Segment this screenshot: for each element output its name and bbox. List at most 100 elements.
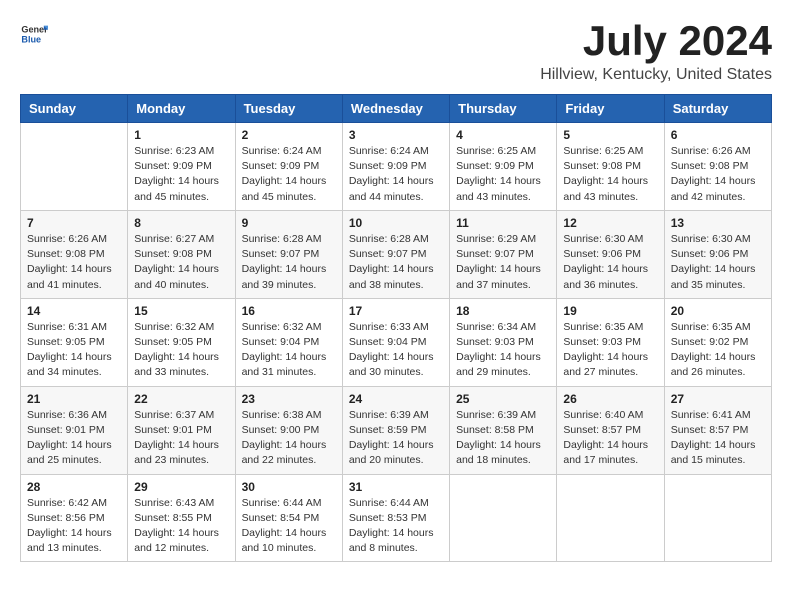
day-number: 12 <box>563 216 657 230</box>
calendar-cell: 18 Sunrise: 6:34 AMSunset: 9:03 PMDaylig… <box>450 298 557 386</box>
cell-info: Sunrise: 6:44 AMSunset: 8:54 PMDaylight:… <box>242 496 336 557</box>
calendar-cell: 10 Sunrise: 6:28 AMSunset: 9:07 PMDaylig… <box>342 210 449 298</box>
cell-info: Sunrise: 6:28 AMSunset: 9:07 PMDaylight:… <box>349 232 443 293</box>
calendar-cell: 7 Sunrise: 6:26 AMSunset: 9:08 PMDayligh… <box>21 210 128 298</box>
calendar-cell: 28 Sunrise: 6:42 AMSunset: 8:56 PMDaylig… <box>21 474 128 562</box>
calendar-cell <box>21 123 128 211</box>
cell-info: Sunrise: 6:26 AMSunset: 9:08 PMDaylight:… <box>671 144 765 205</box>
calendar-cell: 2 Sunrise: 6:24 AMSunset: 9:09 PMDayligh… <box>235 123 342 211</box>
cell-info: Sunrise: 6:30 AMSunset: 9:06 PMDaylight:… <box>563 232 657 293</box>
calendar-cell: 12 Sunrise: 6:30 AMSunset: 9:06 PMDaylig… <box>557 210 664 298</box>
day-number: 23 <box>242 392 336 406</box>
day-number: 1 <box>134 128 228 142</box>
calendar-cell: 26 Sunrise: 6:40 AMSunset: 8:57 PMDaylig… <box>557 386 664 474</box>
calendar-cell: 27 Sunrise: 6:41 AMSunset: 8:57 PMDaylig… <box>664 386 771 474</box>
calendar-cell: 30 Sunrise: 6:44 AMSunset: 8:54 PMDaylig… <box>235 474 342 562</box>
cell-info: Sunrise: 6:39 AMSunset: 8:59 PMDaylight:… <box>349 408 443 469</box>
day-number: 8 <box>134 216 228 230</box>
calendar-cell <box>450 474 557 562</box>
day-number: 5 <box>563 128 657 142</box>
day-number: 3 <box>349 128 443 142</box>
calendar-header-row: Sunday Monday Tuesday Wednesday Thursday… <box>21 95 772 123</box>
col-sunday: Sunday <box>21 95 128 123</box>
cell-info: Sunrise: 6:37 AMSunset: 9:01 PMDaylight:… <box>134 408 228 469</box>
calendar-cell: 6 Sunrise: 6:26 AMSunset: 9:08 PMDayligh… <box>664 123 771 211</box>
col-friday: Friday <box>557 95 664 123</box>
cell-info: Sunrise: 6:30 AMSunset: 9:06 PMDaylight:… <box>671 232 765 293</box>
calendar-cell: 23 Sunrise: 6:38 AMSunset: 9:00 PMDaylig… <box>235 386 342 474</box>
cell-info: Sunrise: 6:39 AMSunset: 8:58 PMDaylight:… <box>456 408 550 469</box>
day-number: 22 <box>134 392 228 406</box>
week-row-2: 7 Sunrise: 6:26 AMSunset: 9:08 PMDayligh… <box>21 210 772 298</box>
calendar-cell: 9 Sunrise: 6:28 AMSunset: 9:07 PMDayligh… <box>235 210 342 298</box>
day-number: 25 <box>456 392 550 406</box>
cell-info: Sunrise: 6:24 AMSunset: 9:09 PMDaylight:… <box>242 144 336 205</box>
day-number: 15 <box>134 304 228 318</box>
cell-info: Sunrise: 6:33 AMSunset: 9:04 PMDaylight:… <box>349 320 443 381</box>
calendar-cell: 24 Sunrise: 6:39 AMSunset: 8:59 PMDaylig… <box>342 386 449 474</box>
day-number: 4 <box>456 128 550 142</box>
cell-info: Sunrise: 6:25 AMSunset: 9:09 PMDaylight:… <box>456 144 550 205</box>
calendar-cell: 25 Sunrise: 6:39 AMSunset: 8:58 PMDaylig… <box>450 386 557 474</box>
cell-info: Sunrise: 6:29 AMSunset: 9:07 PMDaylight:… <box>456 232 550 293</box>
day-number: 27 <box>671 392 765 406</box>
calendar-cell: 11 Sunrise: 6:29 AMSunset: 9:07 PMDaylig… <box>450 210 557 298</box>
col-tuesday: Tuesday <box>235 95 342 123</box>
calendar-cell <box>557 474 664 562</box>
calendar-cell: 16 Sunrise: 6:32 AMSunset: 9:04 PMDaylig… <box>235 298 342 386</box>
col-thursday: Thursday <box>450 95 557 123</box>
cell-info: Sunrise: 6:25 AMSunset: 9:08 PMDaylight:… <box>563 144 657 205</box>
calendar-cell: 22 Sunrise: 6:37 AMSunset: 9:01 PMDaylig… <box>128 386 235 474</box>
logo-icon: General Blue <box>20 20 48 48</box>
page-header: General Blue July 2024 Hillview, Kentuck… <box>20 20 772 84</box>
calendar-cell: 31 Sunrise: 6:44 AMSunset: 8:53 PMDaylig… <box>342 474 449 562</box>
day-number: 19 <box>563 304 657 318</box>
cell-info: Sunrise: 6:41 AMSunset: 8:57 PMDaylight:… <box>671 408 765 469</box>
subtitle: Hillview, Kentucky, United States <box>540 66 772 84</box>
cell-info: Sunrise: 6:31 AMSunset: 9:05 PMDaylight:… <box>27 320 121 381</box>
cell-info: Sunrise: 6:36 AMSunset: 9:01 PMDaylight:… <box>27 408 121 469</box>
calendar-cell: 3 Sunrise: 6:24 AMSunset: 9:09 PMDayligh… <box>342 123 449 211</box>
calendar-table: Sunday Monday Tuesday Wednesday Thursday… <box>20 94 772 562</box>
day-number: 13 <box>671 216 765 230</box>
cell-info: Sunrise: 6:35 AMSunset: 9:02 PMDaylight:… <box>671 320 765 381</box>
cell-info: Sunrise: 6:43 AMSunset: 8:55 PMDaylight:… <box>134 496 228 557</box>
calendar-cell: 1 Sunrise: 6:23 AMSunset: 9:09 PMDayligh… <box>128 123 235 211</box>
col-saturday: Saturday <box>664 95 771 123</box>
cell-info: Sunrise: 6:35 AMSunset: 9:03 PMDaylight:… <box>563 320 657 381</box>
day-number: 17 <box>349 304 443 318</box>
cell-info: Sunrise: 6:26 AMSunset: 9:08 PMDaylight:… <box>27 232 121 293</box>
cell-info: Sunrise: 6:40 AMSunset: 8:57 PMDaylight:… <box>563 408 657 469</box>
svg-text:Blue: Blue <box>21 34 41 44</box>
calendar-cell: 17 Sunrise: 6:33 AMSunset: 9:04 PMDaylig… <box>342 298 449 386</box>
title-section: July 2024 Hillview, Kentucky, United Sta… <box>540 20 772 84</box>
day-number: 9 <box>242 216 336 230</box>
calendar-cell: 21 Sunrise: 6:36 AMSunset: 9:01 PMDaylig… <box>21 386 128 474</box>
main-title: July 2024 <box>540 20 772 62</box>
week-row-4: 21 Sunrise: 6:36 AMSunset: 9:01 PMDaylig… <box>21 386 772 474</box>
week-row-3: 14 Sunrise: 6:31 AMSunset: 9:05 PMDaylig… <box>21 298 772 386</box>
col-monday: Monday <box>128 95 235 123</box>
calendar-cell <box>664 474 771 562</box>
calendar-cell: 4 Sunrise: 6:25 AMSunset: 9:09 PMDayligh… <box>450 123 557 211</box>
cell-info: Sunrise: 6:32 AMSunset: 9:04 PMDaylight:… <box>242 320 336 381</box>
calendar-cell: 15 Sunrise: 6:32 AMSunset: 9:05 PMDaylig… <box>128 298 235 386</box>
col-wednesday: Wednesday <box>342 95 449 123</box>
day-number: 30 <box>242 480 336 494</box>
calendar-cell: 14 Sunrise: 6:31 AMSunset: 9:05 PMDaylig… <box>21 298 128 386</box>
calendar-cell: 20 Sunrise: 6:35 AMSunset: 9:02 PMDaylig… <box>664 298 771 386</box>
day-number: 2 <box>242 128 336 142</box>
day-number: 24 <box>349 392 443 406</box>
cell-info: Sunrise: 6:23 AMSunset: 9:09 PMDaylight:… <box>134 144 228 205</box>
logo: General Blue <box>20 20 48 48</box>
day-number: 14 <box>27 304 121 318</box>
calendar-cell: 19 Sunrise: 6:35 AMSunset: 9:03 PMDaylig… <box>557 298 664 386</box>
day-number: 11 <box>456 216 550 230</box>
day-number: 6 <box>671 128 765 142</box>
cell-info: Sunrise: 6:27 AMSunset: 9:08 PMDaylight:… <box>134 232 228 293</box>
cell-info: Sunrise: 6:24 AMSunset: 9:09 PMDaylight:… <box>349 144 443 205</box>
day-number: 31 <box>349 480 443 494</box>
day-number: 16 <box>242 304 336 318</box>
calendar-cell: 5 Sunrise: 6:25 AMSunset: 9:08 PMDayligh… <box>557 123 664 211</box>
day-number: 20 <box>671 304 765 318</box>
